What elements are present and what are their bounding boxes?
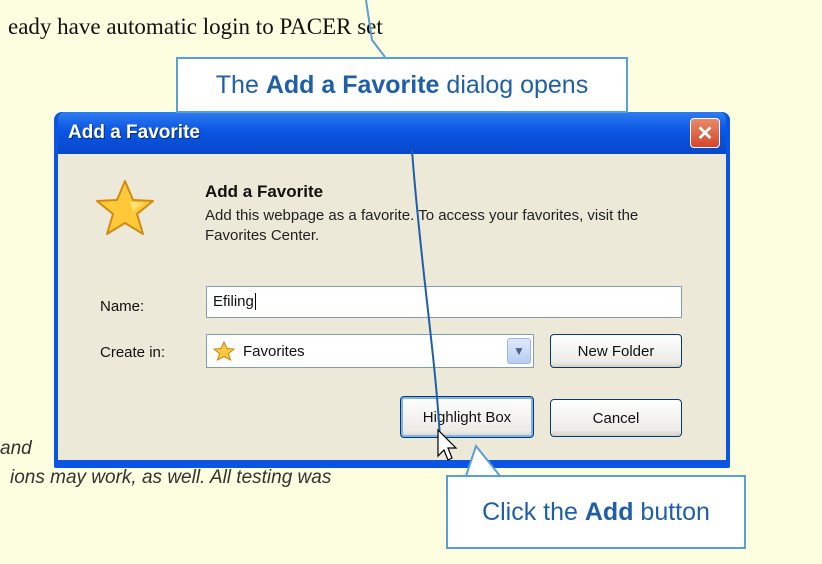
callout-top-bold: Add a Favorite <box>265 70 440 99</box>
create-in-value: Favorites <box>243 342 305 360</box>
page-background-text-left-1: and <box>0 438 32 459</box>
callout-top-prefix: The <box>215 70 266 99</box>
dialog-titlebar[interactable]: Add a Favorite ✕ <box>58 112 726 154</box>
callout-bottom-bold: Add <box>584 497 634 526</box>
callout-dialog-opens: The Add a Favorite dialog opens <box>176 57 628 113</box>
name-label: Name: <box>100 298 145 315</box>
dropdown-arrow-button[interactable]: ▼ <box>507 338 531 364</box>
new-folder-button[interactable]: New Folder <box>550 334 682 368</box>
page-background-text-left-2: ions may work, as well. All testing was <box>10 467 332 488</box>
dialog-description: Add this webpage as a favorite. To acces… <box>205 207 639 244</box>
callout-bottom-suffix: button <box>633 497 710 526</box>
name-field[interactable]: Efiling <box>206 286 682 318</box>
close-icon: ✕ <box>696 122 714 145</box>
text-caret <box>254 293 256 310</box>
star-icon <box>96 180 154 235</box>
page-background-text-top: eady have automatic login to PACER set <box>8 14 383 39</box>
create-in-label: Create in: <box>100 344 166 361</box>
favorites-star-icon <box>213 341 235 361</box>
callout-top-suffix: dialog opens <box>439 70 589 99</box>
callout-bottom-prefix: Click the <box>482 497 585 526</box>
add-button[interactable]: Highlight Box <box>400 396 534 438</box>
callout-click-add: Click the Add button <box>446 475 746 549</box>
create-in-select[interactable]: Favorites ▼ <box>206 334 534 368</box>
chevron-down-icon: ▼ <box>513 344 525 358</box>
dialog-heading: Add a Favorite <box>205 182 324 201</box>
name-field-value: Efiling <box>213 293 254 310</box>
dialog-title: Add a Favorite <box>68 122 200 143</box>
close-button[interactable]: ✕ <box>690 118 720 148</box>
cancel-button[interactable]: Cancel <box>550 399 682 437</box>
add-favorite-dialog: Add a Favorite ✕ Add a Favorite Add this… <box>54 112 730 468</box>
dialog-body: Add a Favorite Add this webpage as a fav… <box>58 154 726 460</box>
